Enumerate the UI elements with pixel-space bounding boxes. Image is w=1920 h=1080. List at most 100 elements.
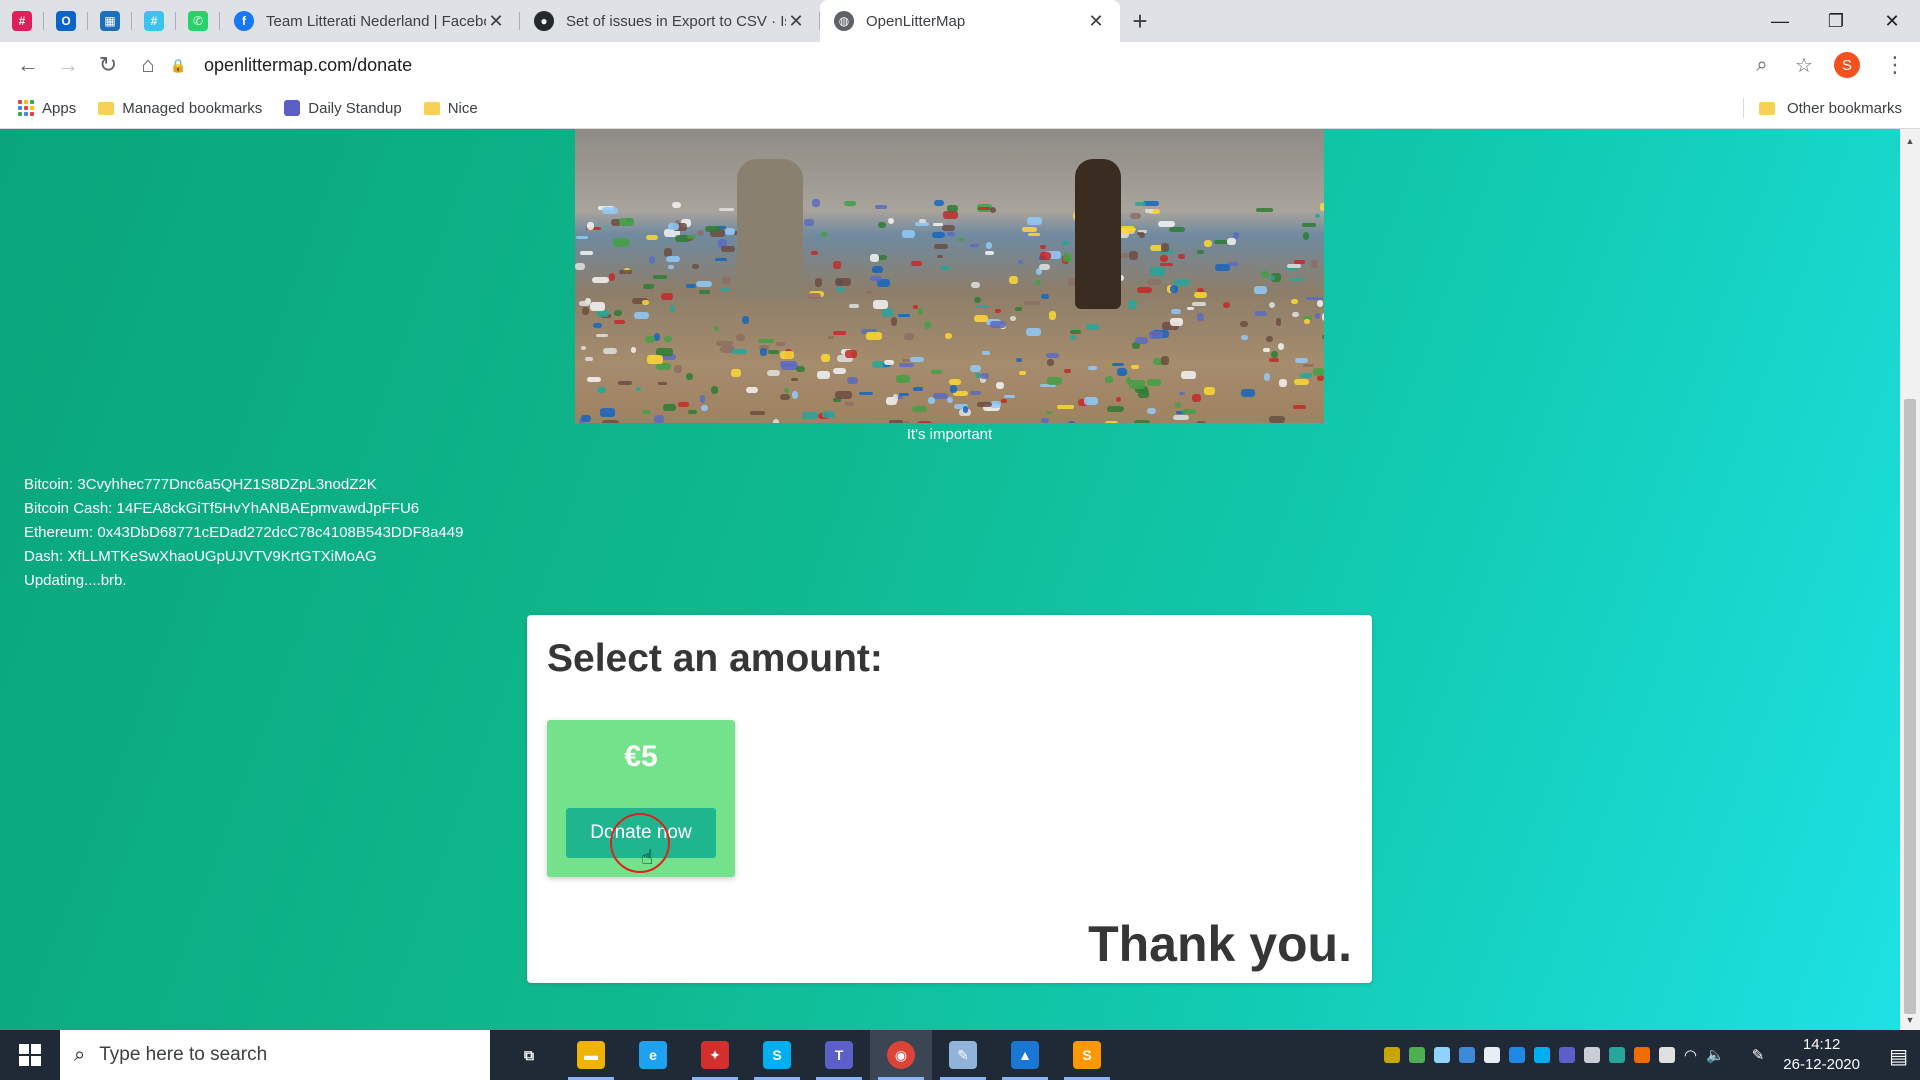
- litter-item: [1022, 226, 1038, 233]
- litter-item: [1105, 376, 1114, 383]
- bookmark-daily-standup[interactable]: Daily Standup: [284, 99, 402, 117]
- scroll-down-icon[interactable]: ▼: [1900, 1012, 1920, 1028]
- litter-item: [1084, 396, 1098, 406]
- tray-skype-icon[interactable]: [1533, 1047, 1550, 1063]
- litter-item: [945, 333, 952, 339]
- bookmark-star-icon[interactable]: ☆: [1792, 53, 1816, 78]
- taskbar-app[interactable]: ◉: [870, 1030, 932, 1080]
- litter-item: [672, 202, 682, 209]
- pinned-tab[interactable]: O: [44, 0, 88, 42]
- zoom-icon[interactable]: ⌕: [1750, 54, 1774, 77]
- litter-item: [1063, 368, 1071, 374]
- tray-cloud-icon[interactable]: [1433, 1047, 1450, 1063]
- litter-item: [600, 407, 616, 417]
- bookmark-other[interactable]: Other bookmarks: [1758, 100, 1902, 117]
- taskbar-app[interactable]: S: [1056, 1030, 1118, 1080]
- taskbar-app[interactable]: T: [808, 1030, 870, 1080]
- pinned-tab[interactable]: ✆: [176, 0, 220, 42]
- pinned-tab[interactable]: ▦: [88, 0, 132, 42]
- tray-sync-icon[interactable]: [1458, 1047, 1475, 1063]
- home-button[interactable]: ⌂: [128, 45, 168, 85]
- taskbar-app[interactable]: ✦: [684, 1030, 746, 1080]
- litter-item: [633, 312, 650, 319]
- tray-dropbox-icon[interactable]: [1483, 1047, 1500, 1063]
- forward-button[interactable]: →: [48, 45, 88, 85]
- litter-item: [656, 362, 671, 371]
- taskbar-app[interactable]: e: [622, 1030, 684, 1080]
- litter-item: [653, 414, 665, 423]
- taskbar-app[interactable]: S: [746, 1030, 808, 1080]
- litter-item: [1137, 286, 1152, 293]
- scroll-thumb[interactable]: [1904, 399, 1916, 1014]
- pinned-tab[interactable]: #: [132, 0, 176, 42]
- browser-tab[interactable]: ◍ OpenLitterMap ✕: [820, 0, 1120, 42]
- taskbar-app[interactable]: ▬: [560, 1030, 622, 1080]
- wifi-icon[interactable]: ◠: [1684, 1046, 1697, 1064]
- facebook-icon: f: [234, 11, 254, 31]
- litter-item: [661, 292, 674, 300]
- new-tab-button[interactable]: +: [1120, 0, 1160, 42]
- litter-item: [1046, 410, 1052, 414]
- scroll-up-icon[interactable]: ▲: [1900, 133, 1920, 149]
- taskbar-app[interactable]: ✎: [932, 1030, 994, 1080]
- close-tab-icon[interactable]: ✕: [786, 11, 806, 32]
- litter-item: [1214, 263, 1231, 271]
- restore-button[interactable]: ❐: [1808, 0, 1864, 42]
- litter-item: [970, 243, 979, 247]
- clock-date: 26-12-2020: [1783, 1056, 1860, 1073]
- bookmark-managed[interactable]: Managed bookmarks: [98, 100, 262, 117]
- taskbar-search[interactable]: ⌕ Type here to search: [60, 1030, 490, 1080]
- tray-security-icon[interactable]: [1633, 1047, 1650, 1063]
- reload-button[interactable]: ↻: [88, 45, 128, 85]
- page-scrollbar[interactable]: ▲ ▼: [1900, 129, 1920, 1030]
- start-button[interactable]: [0, 1030, 60, 1080]
- browser-tab-bar: # O ▦ # ✆ f Team Litterati Nederland | Facebo…: [0, 0, 1920, 42]
- litter-item: [1169, 284, 1178, 294]
- lock-icon[interactable]: 🔒: [170, 58, 186, 73]
- litter-item: [1104, 420, 1119, 423]
- photos-icon: ▲: [1011, 1041, 1039, 1069]
- browser-tab[interactable]: ● Set of issues in Export to CSV · Is ✕: [520, 0, 820, 42]
- battery-icon[interactable]: [1658, 1047, 1675, 1063]
- minimize-button[interactable]: —: [1752, 0, 1808, 42]
- bookmark-apps[interactable]: Apps: [18, 100, 76, 117]
- litter-item: [779, 351, 795, 359]
- bookmark-label: Daily Standup: [308, 99, 402, 117]
- volume-icon[interactable]: 🔈: [1706, 1046, 1725, 1064]
- litter-item: [916, 420, 933, 423]
- taskbar-app[interactable]: ⧉: [498, 1030, 560, 1080]
- browser-menu-icon[interactable]: ⋮: [1884, 52, 1906, 78]
- tray-network-app-icon[interactable]: [1608, 1047, 1625, 1063]
- tray-shield-icon[interactable]: [1383, 1047, 1400, 1063]
- clock[interactable]: 14:12 26-12-2020: [1783, 1035, 1860, 1075]
- litter-item: [1016, 357, 1022, 363]
- pen-icon[interactable]: ✎: [1752, 1046, 1765, 1064]
- close-tab-icon[interactable]: ✕: [1086, 11, 1106, 32]
- notifications-icon[interactable]: ▤: [1889, 1044, 1908, 1069]
- litter-item: [1003, 394, 1016, 398]
- back-button[interactable]: ←: [8, 45, 48, 85]
- tab-title: OpenLitterMap: [866, 12, 966, 30]
- litter-item: [580, 415, 591, 422]
- tray-settings-icon[interactable]: [1583, 1047, 1600, 1063]
- close-tab-icon[interactable]: ✕: [486, 11, 506, 32]
- amount-option[interactable]: €5 Donate now ☝: [547, 720, 735, 877]
- windows-taskbar: ⌕ Type here to search ⧉ ▬ e ✦ S T ◉ ✎ ▲ S ◠ 🔈 ✎ 1…: [0, 1030, 1920, 1080]
- notes-app-icon: ✎: [949, 1041, 977, 1069]
- tray-onedrive-icon[interactable]: [1508, 1047, 1525, 1063]
- bookmark-nice[interactable]: Nice: [423, 100, 478, 117]
- internet-explorer-icon: e: [639, 1041, 667, 1069]
- litter-item: [1303, 319, 1310, 325]
- litter-item: [635, 386, 641, 392]
- address-bar[interactable]: 🔒 openlittermap.com/donate: [170, 48, 1870, 82]
- browser-tab[interactable]: f Team Litterati Nederland | Facebo ✕: [220, 0, 520, 42]
- litter-item: [930, 370, 942, 374]
- close-window-button[interactable]: ✕: [1864, 0, 1920, 42]
- taskbar-app[interactable]: ▲: [994, 1030, 1056, 1080]
- litter-item: [1173, 278, 1190, 287]
- tray-teams-icon[interactable]: [1558, 1047, 1575, 1063]
- tray-check-icon[interactable]: [1408, 1047, 1425, 1063]
- url-text[interactable]: openlittermap.com/donate: [204, 55, 412, 76]
- profile-avatar[interactable]: S: [1834, 52, 1860, 78]
- pinned-tab[interactable]: #: [0, 0, 44, 42]
